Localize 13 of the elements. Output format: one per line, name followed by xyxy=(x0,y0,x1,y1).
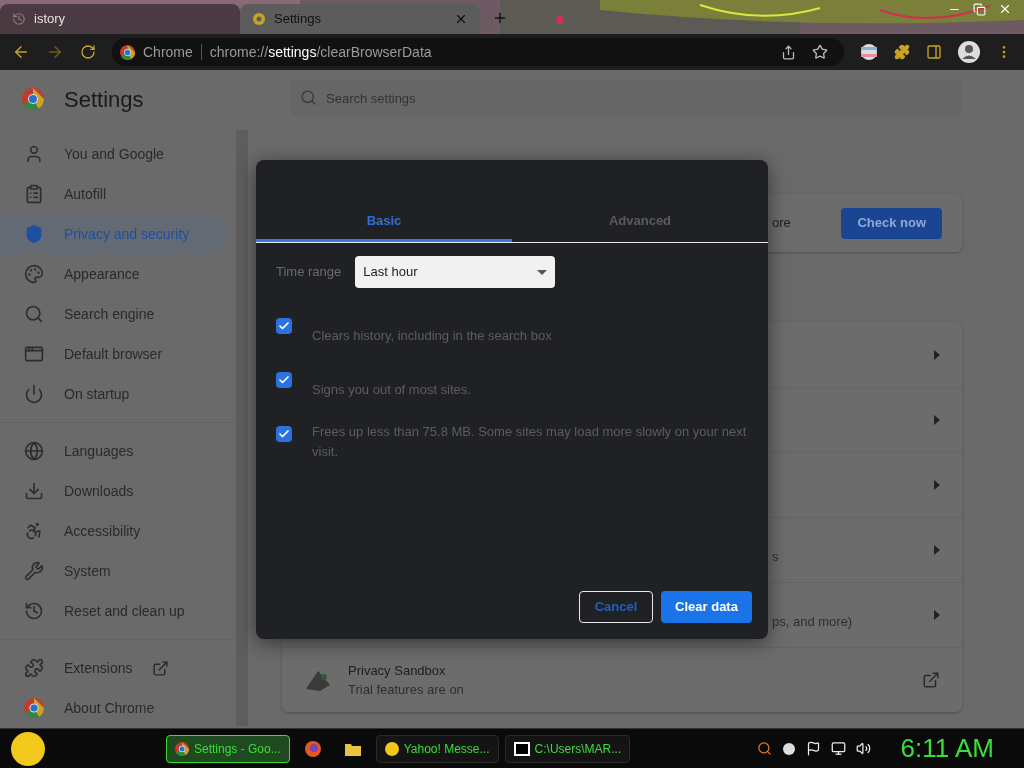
card-text: ore xyxy=(772,214,791,233)
option-description: Frees up less than 75.8 MB. Some sites may load more slowly on your next visit. xyxy=(312,423,748,461)
clock: 6:11 AM xyxy=(900,732,994,765)
option-description: Signs you out of most sites. xyxy=(312,381,472,399)
tab-title: Settings xyxy=(274,10,322,29)
url-text: chrome://settings/clearBrowserData xyxy=(209,42,432,62)
row-title: Privacy Sandbox xyxy=(348,661,447,680)
time-range-label: Time range xyxy=(276,263,342,282)
tab-title: istory xyxy=(34,10,67,29)
page-title: Settings xyxy=(64,85,144,114)
row-subtitle: Trial features are on xyxy=(348,681,465,699)
row-subtitle: ps, and more) xyxy=(772,613,854,632)
site-label: Chrome xyxy=(143,42,193,62)
